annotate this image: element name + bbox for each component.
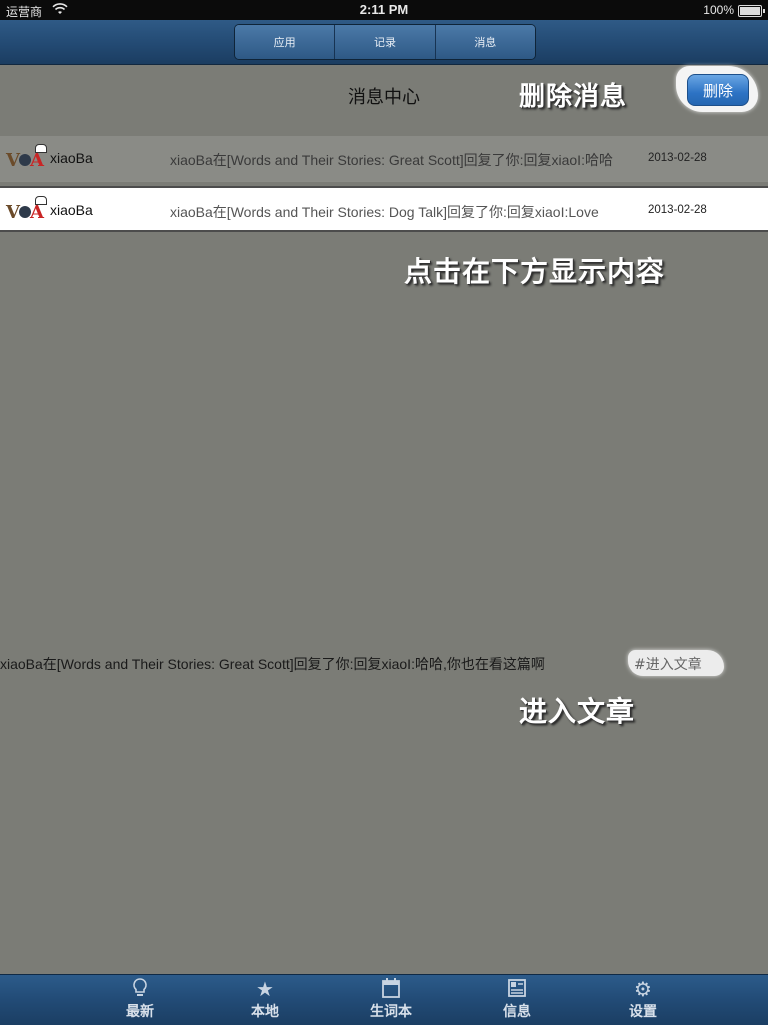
message-username: xiaoBa: [50, 150, 93, 166]
delete-button[interactable]: 删除: [687, 74, 749, 106]
header: 消息中心: [0, 65, 768, 125]
annotation-click-show: 点击在下方显示内容: [404, 255, 666, 288]
tab-bar: 最新 ★ 本地 生词本 信息 ⚙ 设置: [0, 974, 768, 1025]
tab-info[interactable]: 信息: [485, 977, 549, 1023]
star-icon: ★: [256, 977, 274, 1001]
tab-settings[interactable]: ⚙ 设置: [611, 977, 675, 1023]
message-date: 2013-02-28: [648, 152, 707, 164]
enter-article-link[interactable]: #进入文章: [634, 654, 702, 674]
message-preview: xiaoBa在[Words and Their Stories: Great S…: [170, 152, 613, 168]
enter-article-link-wrap: #进入文章: [628, 650, 724, 676]
tab-latest[interactable]: 最新: [108, 977, 172, 1023]
message-row[interactable]: VA xiaoBa xiaoBa在[Words and Their Storie…: [0, 136, 768, 182]
annotation-delete-message: 删除消息: [519, 82, 628, 112]
tab-label: 最新: [126, 1004, 154, 1020]
tab-label: 信息: [503, 1004, 531, 1020]
tab-records[interactable]: 记录: [335, 25, 436, 59]
message-date: 2013-02-28: [648, 204, 707, 216]
lightbulb-icon: [108, 977, 172, 1001]
message-username: xiaoBa: [50, 202, 93, 218]
segmented-control: 应用 记录 消息: [234, 24, 536, 60]
message-preview: xiaoBa在[Words and Their Stories: Dog Tal…: [170, 204, 599, 220]
tab-label: 生词本: [370, 1004, 412, 1020]
tab-local[interactable]: ★ 本地: [233, 977, 297, 1023]
voa-logo: VA: [6, 144, 47, 171]
tab-messages[interactable]: 消息: [435, 25, 535, 59]
tab-vocabulary[interactable]: 生词本: [359, 977, 423, 1023]
message-content: xiaoBa在[Words and Their Stories: Great S…: [0, 656, 545, 672]
top-nav: 应用 记录 消息: [0, 20, 768, 65]
page-title: 消息中心: [348, 87, 420, 108]
grid-icon: [485, 977, 549, 1001]
voa-logo: VA: [6, 196, 47, 223]
message-row-selected[interactable]: VA xiaoBa xiaoBa在[Words and Their Storie…: [0, 186, 768, 232]
tab-label: 本地: [251, 1004, 279, 1020]
calendar-icon: [359, 977, 423, 1001]
clock: 2:11 PM: [359, 2, 409, 17]
tab-apps[interactable]: 应用: [235, 25, 336, 59]
gear-icon: ⚙: [634, 977, 652, 1001]
battery-percent: 100%: [703, 3, 734, 17]
annotation-enter-article: 进入文章: [519, 695, 636, 728]
status-bar: 运营商 2:11 PM 100%: [0, 0, 768, 20]
battery-icon: [738, 5, 765, 17]
tab-label: 设置: [629, 1004, 657, 1020]
